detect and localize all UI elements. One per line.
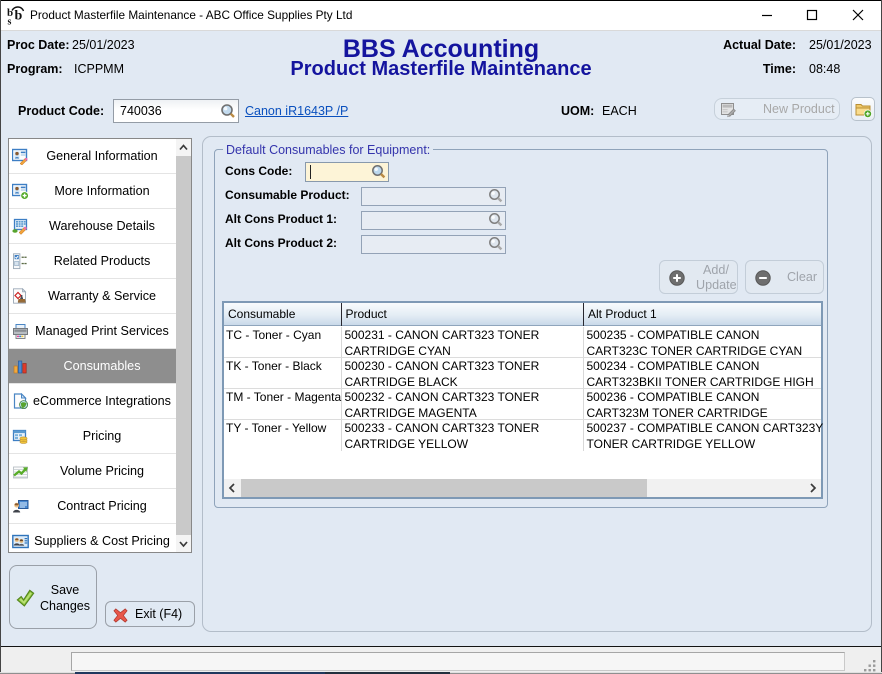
svg-text:s: s (8, 17, 12, 26)
svg-text:b: b (15, 9, 23, 24)
